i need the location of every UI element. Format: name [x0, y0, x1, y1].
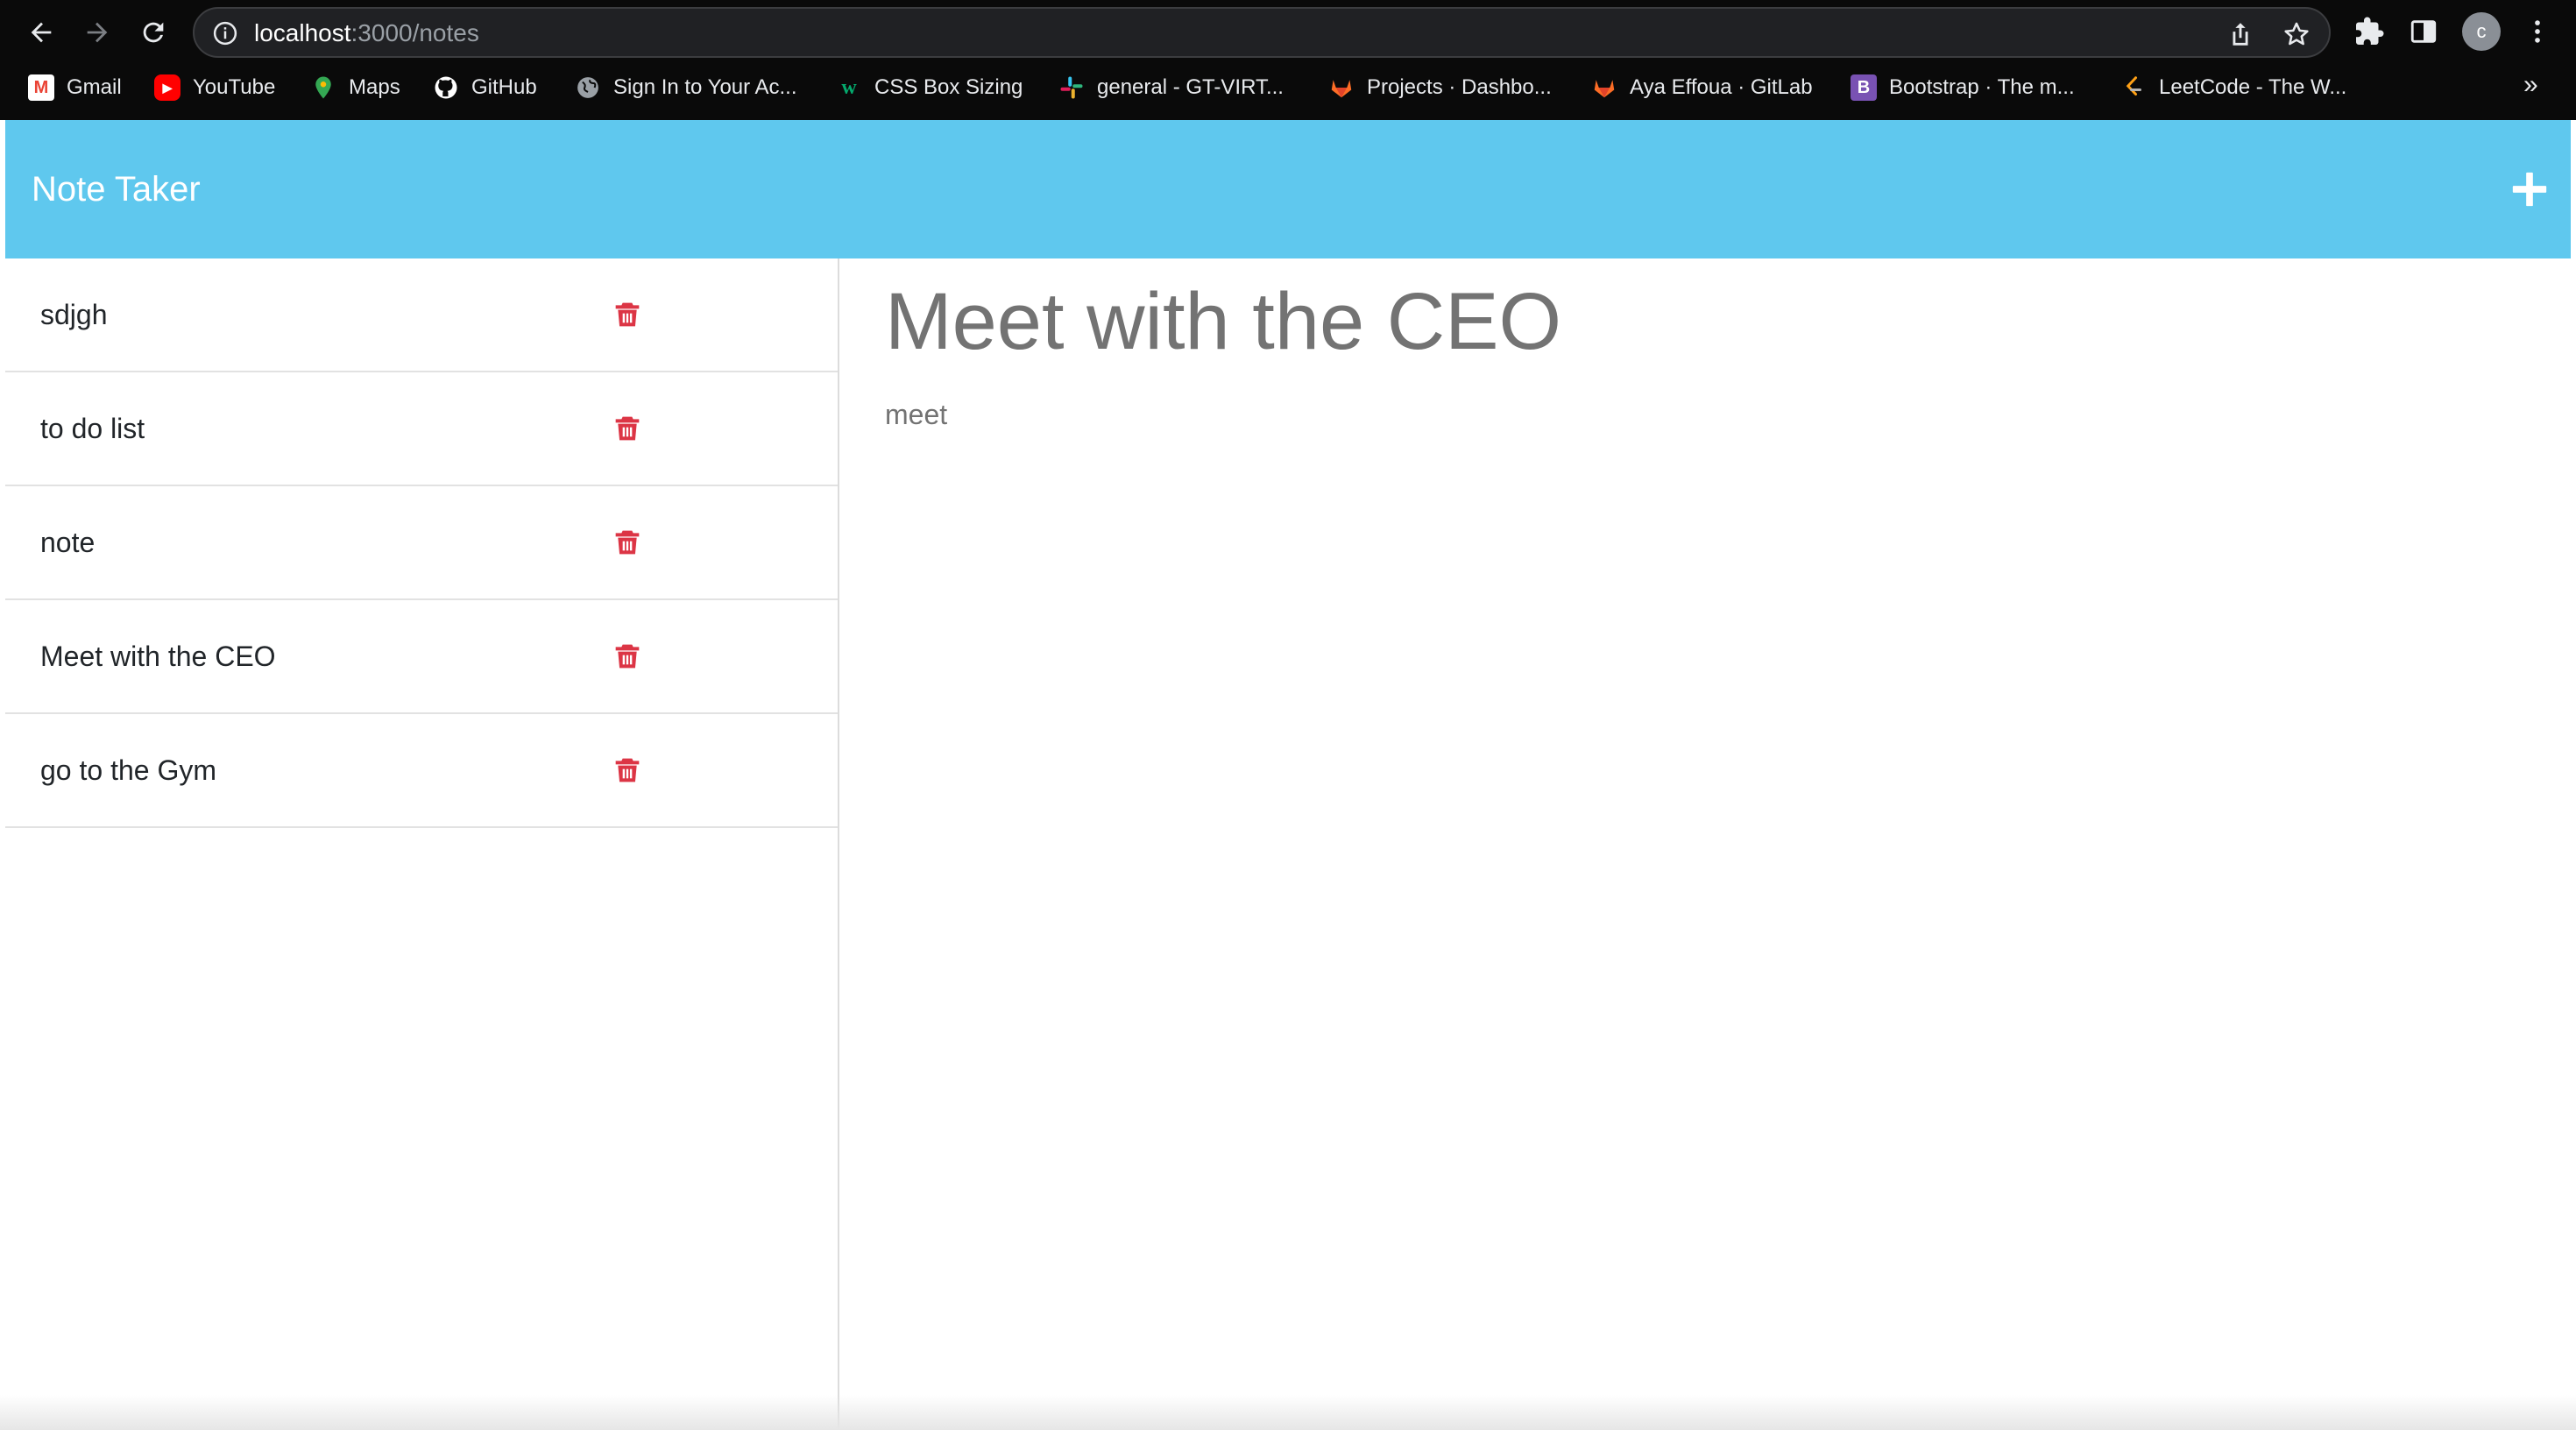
bookmark-css-box-sizing[interactable]: w CSS Box Sizing	[836, 68, 1023, 107]
reload-button[interactable]	[130, 9, 177, 56]
note-title[interactable]: note	[40, 486, 95, 598]
note-title-field[interactable]: Meet with the CEO	[885, 276, 2532, 368]
window-bottom-shadow	[0, 1395, 2576, 1430]
trash-icon	[615, 530, 640, 555]
leetcode-icon	[2126, 76, 2141, 96]
list-item[interactable]: note	[5, 486, 838, 600]
note-editor: Meet with the CEO meet	[839, 258, 2571, 1430]
browser-chrome: localhost:3000/notes c M Gmail ▶ YouTube…	[0, 0, 2576, 120]
list-item[interactable]: sdjgh	[5, 258, 838, 372]
note-title[interactable]: sdjgh	[40, 258, 108, 371]
bookmark-label: Aya Effoua · GitLab	[1630, 75, 1813, 99]
url-host: localhost	[254, 19, 351, 46]
note-title[interactable]: go to the Gym	[40, 714, 216, 826]
globe-icon	[577, 77, 598, 98]
bookmark-label: CSS Box Sizing	[874, 75, 1023, 99]
bookmark-gitlab-projects[interactable]: Projects · Dashbo...	[1328, 68, 1552, 107]
bookmark-label: Projects · Dashbo...	[1367, 75, 1552, 99]
bookmark-gitlab-profile[interactable]: Aya Effoua · GitLab	[1591, 68, 1813, 107]
bookmark-bootstrap[interactable]: B Bootstrap · The m...	[1851, 68, 2075, 107]
reload-icon	[143, 22, 164, 43]
delete-note-button[interactable]	[610, 753, 645, 788]
bookmark-leetcode[interactable]: LeetCode - The W...	[2120, 68, 2346, 107]
bookmarks-overflow-button[interactable]: »	[2523, 70, 2538, 100]
bootstrap-icon: B	[1851, 74, 1877, 101]
url-text: localhost:3000/notes	[254, 9, 479, 58]
note-list: sdjgh to do list note Meet with the CEO	[5, 258, 838, 828]
youtube-icon: ▶	[154, 74, 180, 101]
extensions-button[interactable]	[2352, 14, 2387, 49]
app-navbar: Note Taker	[5, 120, 2571, 258]
plus-icon	[2512, 172, 2547, 207]
list-item[interactable]: to do list	[5, 372, 838, 486]
side-panel-icon	[2410, 20, 2437, 43]
maps-icon	[315, 76, 331, 99]
info-icon[interactable]	[212, 20, 238, 46]
note-taker-app: Note Taker sdjgh to do list note Meet wi…	[0, 120, 2576, 1430]
bookmark-sign-in[interactable]: Sign In to Your Ac...	[575, 68, 796, 107]
bookmark-label: Sign In to Your Ac...	[613, 75, 797, 99]
slack-icon	[1060, 76, 1083, 99]
bookmark-label: Maps	[349, 75, 400, 99]
browser-menu-button[interactable]	[2520, 14, 2555, 49]
app-brand[interactable]: Note Taker	[32, 120, 201, 258]
bookmark-label: Bootstrap · The m...	[1889, 75, 2075, 99]
github-icon	[435, 76, 457, 99]
trash-icon	[615, 302, 640, 327]
kebab-menu-icon	[2535, 20, 2540, 43]
trash-icon	[615, 416, 640, 441]
bookmark-label: Gmail	[67, 75, 122, 99]
bookmark-github[interactable]: GitHub	[433, 68, 537, 107]
list-item[interactable]: go to the Gym	[5, 714, 838, 828]
bookmark-maps[interactable]: Maps	[310, 68, 400, 107]
star-icon[interactable]	[2282, 19, 2311, 49]
delete-note-button[interactable]	[610, 639, 645, 674]
note-title[interactable]: Meet with the CEO	[40, 600, 276, 712]
browser-toolbar: localhost:3000/notes c	[0, 0, 2576, 65]
gitlab-icon	[1331, 80, 1352, 98]
bookmarks-bar: M Gmail ▶ YouTube Maps GitHub Sign In to…	[0, 65, 2576, 110]
share-icon[interactable]	[2226, 19, 2255, 49]
bookmark-gmail[interactable]: M Gmail	[28, 68, 122, 107]
url-path: :3000/notes	[350, 19, 479, 46]
list-item[interactable]: Meet with the CEO	[5, 600, 838, 714]
notes-sidebar: sdjgh to do list note Meet with the CEO	[5, 258, 839, 1430]
bookmark-slack-general[interactable]: general - GT-VIRT...	[1058, 68, 1284, 107]
bookmark-label: YouTube	[193, 75, 276, 99]
forward-button[interactable]	[74, 9, 121, 56]
gitlab-icon	[1594, 80, 1615, 98]
puzzle-icon	[2356, 17, 2384, 45]
profile-avatar[interactable]: c	[2462, 12, 2501, 51]
note-text-area[interactable]: meet	[885, 399, 2532, 431]
note-title[interactable]: to do list	[40, 372, 145, 485]
delete-note-button[interactable]	[610, 297, 645, 332]
trash-icon	[615, 758, 640, 782]
bookmark-label: GitHub	[471, 75, 537, 99]
trash-icon	[615, 644, 640, 669]
w3schools-icon: w	[841, 75, 857, 99]
back-button[interactable]	[18, 9, 65, 56]
bookmark-youtube[interactable]: ▶ YouTube	[154, 68, 275, 107]
new-note-button[interactable]	[2499, 159, 2560, 220]
arrow-right-icon	[87, 22, 108, 43]
gmail-icon: M	[28, 74, 54, 101]
arrow-left-icon	[31, 22, 52, 43]
side-panel-button[interactable]	[2406, 14, 2441, 49]
bookmark-label: LeetCode - The W...	[2159, 75, 2347, 99]
delete-note-button[interactable]	[610, 525, 645, 560]
delete-note-button[interactable]	[610, 411, 645, 446]
bookmark-label: general - GT-VIRT...	[1097, 75, 1284, 99]
address-bar[interactable]: localhost:3000/notes	[193, 7, 2331, 58]
